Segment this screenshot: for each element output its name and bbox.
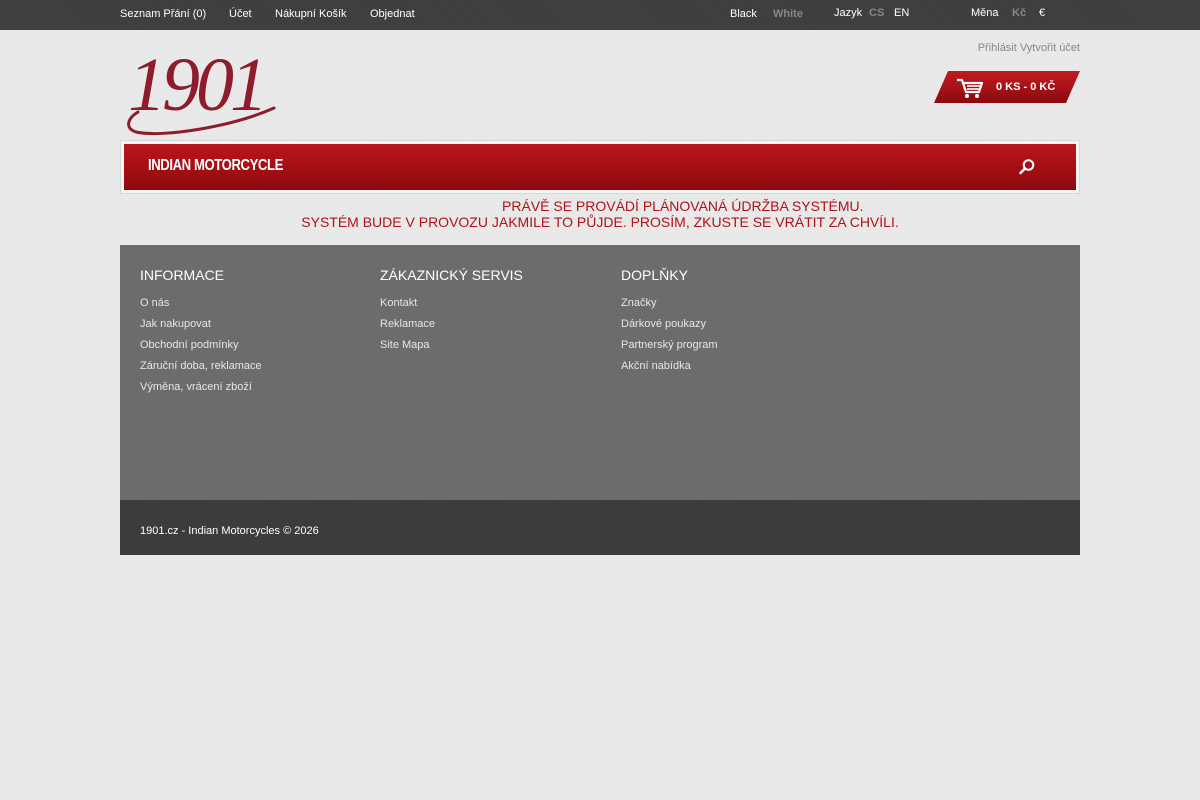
footer-col-info: INFORMACE O nás Jak nakupovat Obchodní p…: [140, 267, 262, 402]
language-cs-link[interactable]: CS: [869, 7, 884, 19]
shopping-cart-icon: [957, 78, 984, 98]
register-link[interactable]: Vytvořit účet: [1020, 42, 1080, 54]
footer-link[interactable]: Reklamace: [380, 318, 523, 339]
footer-heading-extras: DOPLŇKY: [621, 267, 688, 283]
top-bar: Seznam Přání (0) Účet Nákupní Košík Obje…: [0, 0, 1200, 30]
maintenance-notice-line1: PRÁVĚ SE PROVÁDÍ PLÁNOVANÁ ÚDRŽBA SYSTÉM…: [502, 198, 864, 214]
cart-button[interactable]: 0 KS - 0 KČ: [934, 71, 1080, 103]
account-links: Přihlásit Vytvořit účet: [978, 42, 1080, 54]
language-en-link[interactable]: EN: [894, 7, 909, 19]
currency-eur-link[interactable]: €: [1039, 7, 1045, 19]
nav-item-indian-motorcycle[interactable]: INDIAN MOTORCYCLE: [148, 157, 283, 175]
footer-link[interactable]: Značky: [621, 297, 718, 318]
footer-heading-info: INFORMACE: [140, 267, 224, 283]
footer-heading-service: ZÁKAZNICKÝ SERVIS: [380, 267, 523, 283]
footer-link[interactable]: Site Mapa: [380, 339, 523, 360]
footer-col-extras: DOPLŇKY Značky Dárkové poukazy Partnersk…: [621, 267, 718, 381]
site-logo[interactable]: 1901: [124, 43, 286, 136]
footer-link[interactable]: Dárkové poukazy: [621, 318, 718, 339]
account-link[interactable]: Účet: [229, 8, 252, 20]
footer-link[interactable]: Partnerský program: [621, 339, 718, 360]
logo-image: 1901: [127, 43, 276, 136]
footer-link[interactable]: Jak nakupovat: [140, 318, 262, 339]
footer-link[interactable]: Obchodní podmínky: [140, 339, 262, 360]
main-nav-wrapper: INDIAN MOTORCYCLE: [120, 140, 1080, 194]
cart-summary: 0 KS - 0 KČ: [996, 81, 1056, 93]
logo-text: 1901: [128, 46, 264, 127]
currency-label: Měna: [971, 7, 999, 19]
cart-link[interactable]: Nákupní Košík: [275, 8, 347, 20]
language-label: Jazyk: [834, 7, 863, 19]
footer-bottom: 1901.cz - Indian Motorcycles © 2026: [120, 500, 1080, 555]
maintenance-notice-line2: SYSTÉM BUDE V PROVOZU JAKMILE TO PŮJDE. …: [301, 214, 899, 230]
login-link[interactable]: Přihlásit: [978, 42, 1017, 54]
footer: INFORMACE O nás Jak nakupovat Obchodní p…: [120, 245, 1080, 500]
footer-link[interactable]: Záruční doba, reklamace: [140, 360, 262, 381]
currency-czk-link[interactable]: Kč: [1012, 7, 1026, 19]
footer-link[interactable]: Akční nabídka: [621, 360, 718, 381]
search-icon[interactable]: [1018, 158, 1036, 176]
main-nav: INDIAN MOTORCYCLE: [124, 144, 1076, 190]
footer-link[interactable]: O nás: [140, 297, 262, 318]
footer-link[interactable]: Kontakt: [380, 297, 523, 318]
footer-col-service: ZÁKAZNICKÝ SERVIS Kontakt Reklamace Site…: [380, 267, 523, 360]
checkout-link[interactable]: Objednat: [370, 8, 415, 20]
theme-black-link[interactable]: Black: [730, 8, 757, 20]
wishlist-link[interactable]: Seznam Přání (0): [120, 8, 206, 20]
theme-white-link[interactable]: White: [773, 8, 803, 20]
copyright-text: 1901.cz - Indian Motorcycles © 2026: [140, 525, 319, 537]
footer-link[interactable]: Výměna, vrácení zboží: [140, 381, 262, 402]
